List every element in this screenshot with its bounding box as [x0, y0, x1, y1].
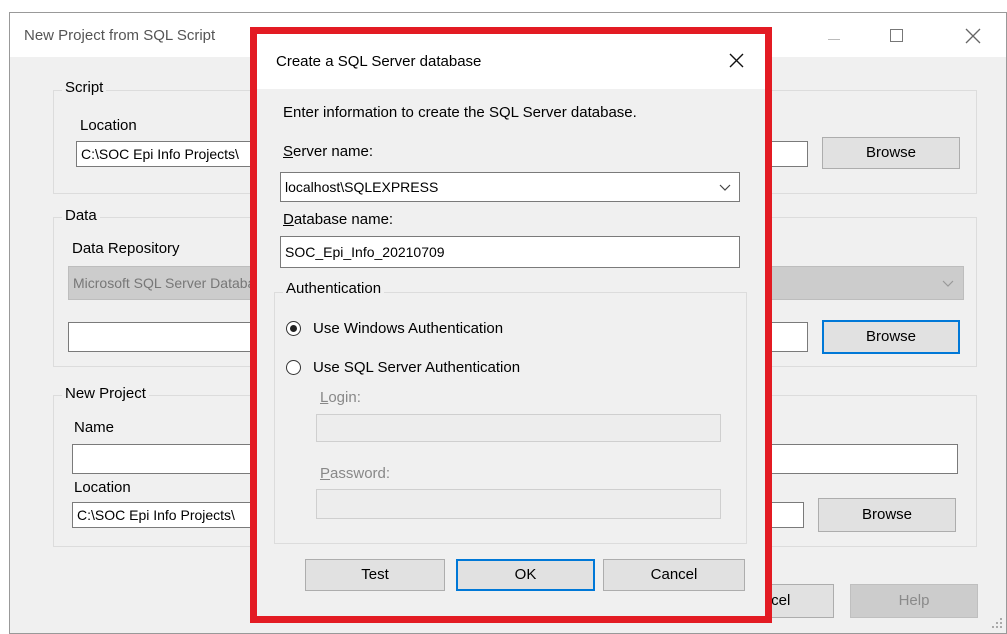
test-button[interactable]: Test [305, 559, 445, 591]
server-name-mnemonic: S [283, 143, 294, 160]
server-chevron-down-icon [719, 184, 731, 191]
password-label: Password: [320, 465, 390, 483]
sql-server-dialog: Create a SQL Server database Enter infor… [257, 34, 765, 616]
script-browse-button[interactable]: Browse [822, 137, 960, 169]
sql-auth-radio[interactable] [286, 360, 301, 375]
dialog-title: Create a SQL Server database [276, 53, 482, 70]
new-project-group-label: New Project [62, 386, 149, 402]
windows-auth-radio[interactable] [286, 321, 301, 336]
close-icon[interactable] [965, 28, 981, 44]
data-browse-button[interactable]: Browse [822, 320, 960, 354]
login-input[interactable] [316, 414, 721, 442]
database-name-label: Database name: [283, 211, 393, 229]
password-label-text: assword: [330, 465, 391, 482]
repository-chevron-down-icon [942, 280, 954, 287]
project-browse-button[interactable]: Browse [818, 498, 956, 532]
database-name-input[interactable]: SOC_Epi_Info_20210709 [280, 236, 740, 268]
main-help-button[interactable]: Help [850, 584, 978, 618]
resize-grip-icon[interactable] [990, 616, 1004, 630]
sql-auth-label[interactable]: Use SQL Server Authentication [313, 359, 520, 377]
server-name-label: Server name: [283, 143, 373, 161]
server-name-combobox[interactable]: localhost\SQLEXPRESS [280, 172, 740, 202]
windows-auth-label[interactable]: Use Windows Authentication [313, 320, 503, 338]
script-group-label: Script [62, 80, 107, 96]
dialog-close-icon[interactable] [729, 53, 744, 68]
script-location-label: Location [80, 117, 137, 134]
dialog-title-bar: Create a SQL Server database [257, 34, 765, 89]
server-name-label-text: erver name: [293, 143, 374, 160]
main-window-title: New Project from SQL Script [24, 27, 216, 44]
database-name-mnemonic: D [283, 211, 294, 228]
project-location-label: Location [74, 479, 131, 496]
login-label-text: ogin: [328, 389, 361, 406]
maximize-icon[interactable] [890, 29, 903, 42]
password-input[interactable] [316, 489, 721, 519]
minimize-icon[interactable] [828, 39, 840, 40]
project-name-label: Name [74, 419, 115, 436]
dialog-cancel-button[interactable]: Cancel [603, 559, 745, 591]
data-repository-label: Data Repository [72, 240, 180, 257]
dialog-instruction: Enter information to create the SQL Serv… [283, 104, 637, 121]
password-mnemonic: P [320, 465, 331, 482]
data-group-label: Data [62, 208, 100, 224]
authentication-group-label: Authentication [283, 281, 385, 297]
login-label: Login: [320, 389, 361, 407]
database-name-label-text: atabase name: [293, 211, 394, 228]
ok-button[interactable]: OK [456, 559, 595, 591]
